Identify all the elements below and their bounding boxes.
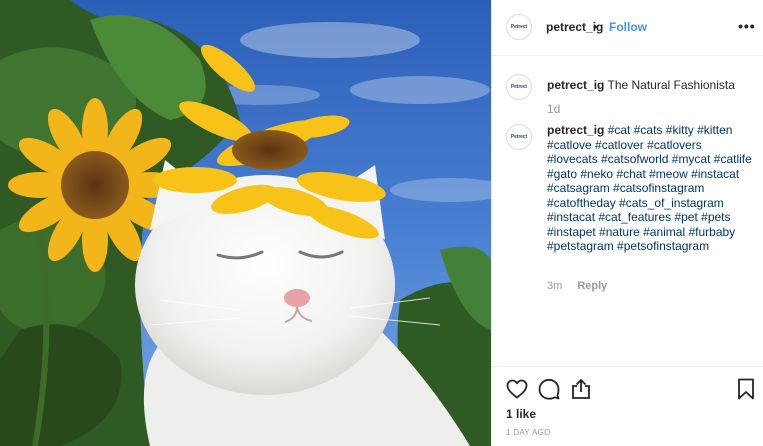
hashtag-link[interactable]: #kitten: [697, 123, 732, 137]
reply-button[interactable]: Reply: [577, 280, 607, 292]
comment-icon[interactable]: [537, 377, 561, 401]
avatar-logo-text: Petrect: [510, 134, 528, 140]
hashtag-link[interactable]: #petsofinstagram: [617, 239, 709, 253]
hashtag-link[interactable]: #pets: [701, 210, 730, 224]
caption-text: The Natural Fashionista: [607, 78, 735, 92]
like-count[interactable]: 1 like: [506, 407, 536, 421]
hashtag-link[interactable]: #nature: [599, 225, 640, 239]
more-options-icon[interactable]: •••: [738, 18, 756, 34]
hashtag-link[interactable]: #instacat: [547, 210, 595, 224]
action-bar: 1 like 1 DAY AGO: [492, 366, 763, 446]
comment-username[interactable]: petrect_ig: [547, 123, 604, 137]
hashtag-comment: petrect_ig #cat #cats #kitty #kitten #ca…: [547, 123, 752, 254]
caption-avatar[interactable]: Petrect: [506, 74, 532, 100]
hashtag-link[interactable]: #chat: [616, 167, 645, 181]
cat-with-sunflowers-image: [0, 0, 491, 446]
comment-meta: 3m Reply: [547, 280, 607, 292]
hashtag-link[interactable]: #catsofinstagram: [613, 181, 704, 195]
hashtag-link[interactable]: #petstagram: [547, 239, 614, 253]
follow-button[interactable]: Follow: [609, 20, 647, 34]
comments-section: Petrect petrect_ig The Natural Fashionis…: [492, 56, 763, 366]
hashtag-link[interactable]: #meow: [649, 167, 688, 181]
post-photo[interactable]: [0, 0, 491, 446]
hashtag-link[interactable]: #catlife: [714, 152, 752, 166]
bookmark-icon[interactable]: [734, 377, 758, 401]
hashtag-link[interactable]: #instapet: [547, 225, 596, 239]
avatar-logo-text: Petrect: [510, 84, 528, 90]
hashtag-link[interactable]: #catlover: [595, 138, 644, 152]
hashtag-link[interactable]: #catsofworld: [601, 152, 668, 166]
caption-username[interactable]: petrect_ig: [547, 78, 604, 92]
hashtag-link[interactable]: #catoftheday: [547, 196, 616, 210]
hashtag-link[interactable]: #catsagram: [547, 181, 610, 195]
hashtag-link[interactable]: #cats_of_instagram: [619, 196, 724, 210]
hashtag-link[interactable]: #catlove: [547, 138, 592, 152]
avatar[interactable]: Petrect: [506, 14, 532, 40]
post-timestamp: 1 DAY AGO: [506, 428, 551, 437]
comment-age: 3m: [547, 280, 563, 292]
hashtag-link[interactable]: #animal: [643, 225, 685, 239]
hashtag-link[interactable]: #furbaby: [688, 225, 735, 239]
hashtag-link[interactable]: #instacat: [691, 167, 739, 181]
hashtag-link[interactable]: #kitty: [666, 123, 694, 137]
hashtag-link[interactable]: #gato: [547, 167, 577, 181]
hashtag-link[interactable]: #mycat: [672, 152, 711, 166]
avatar-logo-text: Petrect: [510, 24, 528, 30]
caption-age: 1d: [547, 102, 561, 116]
hashtag-link[interactable]: #neko: [580, 167, 613, 181]
hashtag-link[interactable]: #cats: [634, 123, 663, 137]
hashtag-link[interactable]: #pet: [674, 210, 697, 224]
hashtag-link[interactable]: #catlovers: [647, 138, 702, 152]
hashtag-list: #cat #cats #kitty #kitten #catlove #catl…: [547, 123, 752, 253]
caption: petrect_ig The Natural Fashionista: [547, 77, 735, 93]
post-header: Petrect petrect_ig • Follow •••: [492, 0, 763, 56]
separator-dot: •: [593, 20, 598, 34]
post-sidebar: Petrect petrect_ig • Follow ••• Petrect …: [491, 0, 763, 446]
share-icon[interactable]: [569, 377, 593, 401]
comment-avatar[interactable]: Petrect: [506, 124, 532, 150]
hashtag-link[interactable]: #lovecats: [547, 152, 598, 166]
hashtag-link[interactable]: #cat_features: [598, 210, 671, 224]
heart-icon[interactable]: [505, 377, 529, 401]
hashtag-link[interactable]: #cat: [608, 123, 631, 137]
